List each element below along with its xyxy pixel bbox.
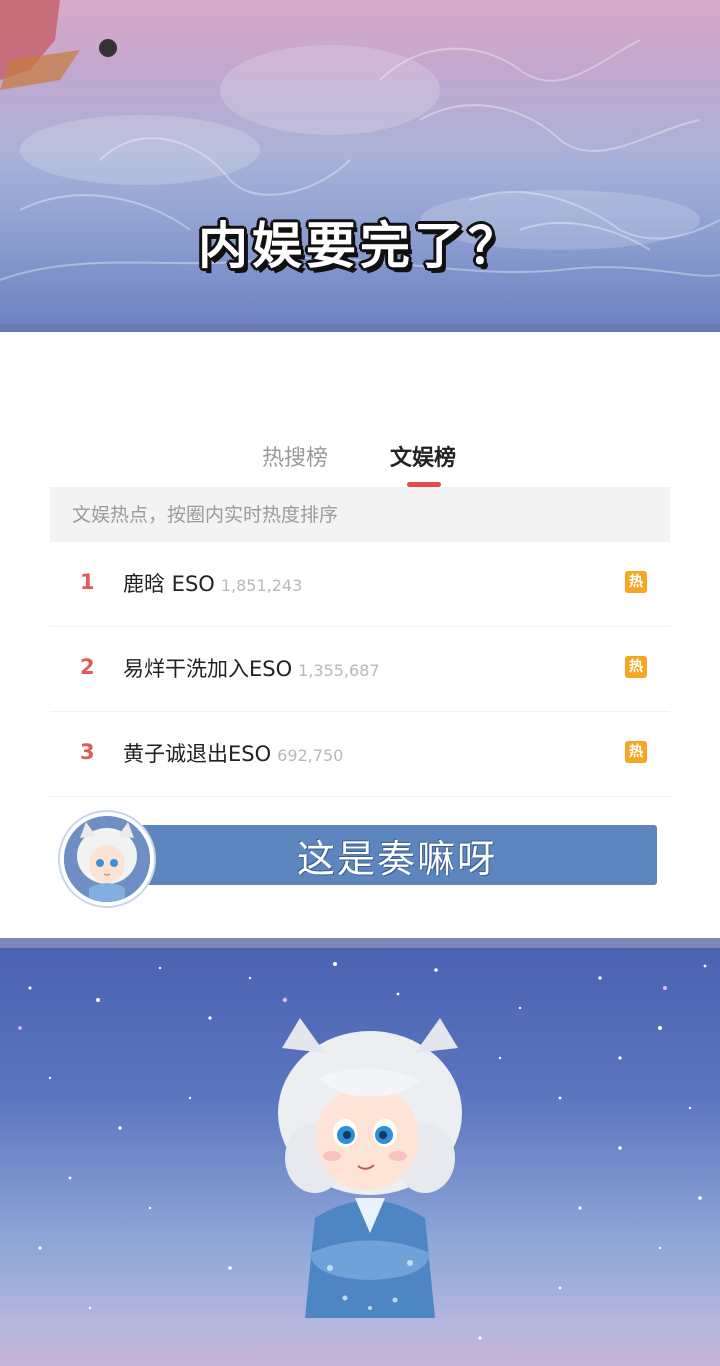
- tab-hot-search[interactable]: 热搜榜: [262, 440, 328, 472]
- caption-bar: 这是奏嘛呀: [137, 825, 657, 885]
- search-input[interactable]: [50, 487, 670, 542]
- header-banner: 内娱要完了？: [0, 0, 720, 324]
- chibi-mascot-illustration: [278, 1018, 462, 1318]
- list-item[interactable]: 2 易烊干洗加入ESO 1,355,687 热: [50, 627, 670, 712]
- rank-title-text: 易烊干洗加入ESO: [123, 657, 293, 681]
- rank-title: 易烊干洗加入ESO 1,355,687: [123, 653, 380, 683]
- banner-divider: [0, 324, 720, 332]
- figure-illustration: [0, 0, 117, 90]
- heat-count: 692,750: [277, 746, 344, 765]
- ranking-tabs: 热搜榜 文娱榜: [0, 440, 720, 490]
- rank-title: 黄子诚退出ESO 692,750: [123, 738, 343, 768]
- list-item[interactable]: 1 鹿晗 ESO 1,851,243 热: [50, 542, 670, 627]
- ranking-list: 1 鹿晗 ESO 1,851,243 热 2 易烊干洗加入ESO 1,355,687…: [50, 542, 670, 797]
- rank-title: 鹿晗 ESO 1,851,243: [123, 568, 302, 598]
- list-item[interactable]: 3 黄子诚退出ESO 692,750 热: [50, 712, 670, 797]
- rank-number: 2: [80, 655, 95, 679]
- hot-badge: 热: [625, 571, 647, 593]
- banner-title: 内娱要完了？: [198, 217, 522, 275]
- rank-number: 3: [80, 740, 95, 764]
- hot-badge: 热: [625, 741, 647, 763]
- rank-title-text: 鹿晗 ESO: [123, 572, 215, 596]
- heat-count: 1,851,243: [220, 576, 303, 595]
- rank-number: 1: [80, 570, 95, 594]
- caption-text: 这是奏嘛呀: [296, 836, 497, 881]
- avatar: [60, 812, 154, 906]
- starry-sky-background: [0, 948, 720, 1366]
- rank-title-text: 黄子诚退出ESO: [123, 742, 272, 766]
- heat-count: 1,355,687: [298, 661, 380, 680]
- chibi-avatar-icon: [64, 816, 150, 902]
- tab-entertainment[interactable]: 文娱榜: [390, 440, 456, 472]
- sky-divider: [0, 938, 720, 948]
- hot-badge: 热: [625, 656, 647, 678]
